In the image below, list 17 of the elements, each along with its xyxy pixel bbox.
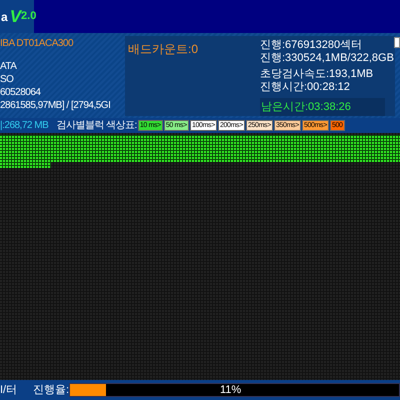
buffer-size: |:268,72 MB: [0, 119, 48, 133]
progress-reading: 11%: [220, 384, 242, 396]
status-label: I/터: [0, 382, 18, 398]
bad-count: 배드카운트:0: [128, 42, 198, 56]
stat-line: 진행:676913280섹터: [260, 39, 364, 52]
drive-model: IBA DT01ACA300: [0, 37, 74, 50]
drive-detail: ATA: [0, 60, 18, 73]
drive-detail: SO: [0, 73, 14, 86]
legend-label: 검사별블럭 색상표:: [56, 119, 137, 133]
checkbox[interactable]: [394, 37, 400, 48]
drive-detail: 2861585,97MB] / [2794,5GI: [0, 99, 112, 112]
drive-detail: 60528064: [0, 86, 42, 99]
stat-line: 진행시간:00:28:12: [260, 81, 351, 94]
remaining-time: 남은시간:03:38:26: [261, 100, 351, 115]
progress-label: 진행율:: [33, 382, 69, 398]
stat-line: 진행:330524,1MB/322,8GB: [260, 52, 394, 65]
stat-line: 초당검사속도:193,1MB: [260, 68, 374, 81]
